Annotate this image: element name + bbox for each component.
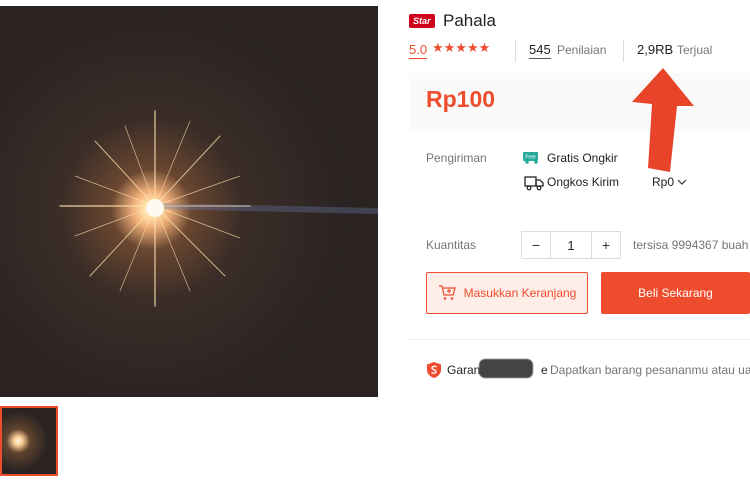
- reviews-count[interactable]: 545: [529, 42, 551, 59]
- stock-remaining: tersisa 9994367 buah: [633, 238, 749, 252]
- free-badge-text: Free: [525, 155, 536, 161]
- shield-icon: [426, 361, 442, 379]
- guarantee-label-end: e: [541, 363, 548, 377]
- add-to-cart-label: Masukkan Keranjang: [463, 286, 577, 300]
- divider: [515, 40, 516, 62]
- buy-now-button[interactable]: Beli Sekarang: [601, 272, 750, 314]
- light-flare-graphic: [59, 110, 378, 307]
- chevron-down-icon[interactable]: [676, 176, 688, 188]
- add-to-cart-icon: [438, 285, 456, 300]
- divider: [623, 40, 624, 62]
- add-to-cart-button[interactable]: Masukkan Keranjang: [426, 272, 588, 314]
- annotation-arrow-icon: [632, 68, 694, 172]
- sold-label: Terjual: [677, 43, 713, 57]
- shipping-cost-value[interactable]: Rp0: [652, 175, 674, 189]
- quantity-input[interactable]: 1: [550, 232, 592, 258]
- star-seller-badge: Star: [409, 14, 435, 28]
- truck-icon: [524, 175, 544, 191]
- product-main-image[interactable]: [0, 6, 378, 397]
- product-title: Pahala: [443, 11, 496, 30]
- product-price: Rp100: [426, 86, 496, 112]
- buy-now-label: Beli Sekarang: [638, 286, 713, 300]
- quantity-stepper: − 1 +: [521, 231, 621, 259]
- redaction-mark: [479, 359, 533, 378]
- sold-count: 2,9RB: [637, 42, 674, 57]
- free-shipping-text: Gratis Ongkir: [547, 151, 618, 165]
- increase-quantity-button[interactable]: +: [592, 232, 620, 258]
- rating-value[interactable]: 5.0: [409, 42, 428, 59]
- quantity-label: Kuantitas: [426, 238, 477, 252]
- guarantee-description: Dapatkan barang pesananmu atau ua: [550, 363, 750, 377]
- decrease-quantity-button[interactable]: −: [522, 232, 550, 258]
- product-thumbnail[interactable]: [0, 406, 58, 476]
- shipping-cost-label: Ongkos Kirim: [547, 175, 620, 189]
- rating-stars-icon: ★★★★★: [432, 40, 491, 55]
- shipping-label: Pengiriman: [426, 151, 487, 165]
- divider: [409, 339, 750, 340]
- free-shipping-icon: Free: [523, 152, 543, 164]
- reviews-label: Penilaian: [557, 43, 607, 57]
